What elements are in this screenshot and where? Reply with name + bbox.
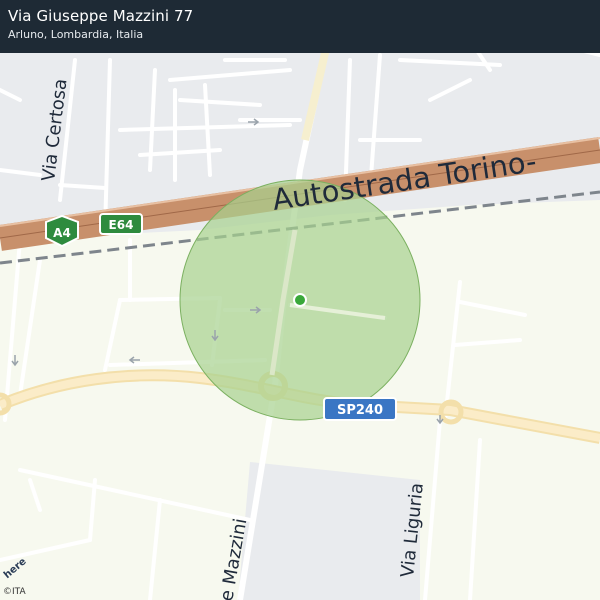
map-graphic: Autostrada Torino- Via Certosa e Mazzini… xyxy=(0,38,600,600)
svg-text:E64: E64 xyxy=(109,218,134,232)
address-header: Via Giuseppe Mazzini 77 Arluno, Lombardi… xyxy=(0,0,600,53)
urban-area-south xyxy=(238,462,420,600)
sp240-shield: SP240 xyxy=(323,397,397,421)
location-dot xyxy=(295,295,305,305)
e64-shield: E64 xyxy=(99,213,143,235)
map-canvas[interactable]: Autostrada Torino- Via Certosa e Mazzini… xyxy=(0,0,600,600)
svg-text:A4: A4 xyxy=(53,226,71,240)
a4-shield: A4 xyxy=(45,214,79,248)
svg-text:SP240: SP240 xyxy=(337,403,383,418)
copyright-text: ©ITA xyxy=(3,587,26,597)
address-subtitle: Arluno, Lombardia, Italia xyxy=(8,28,144,41)
address-title: Via Giuseppe Mazzini 77 xyxy=(8,7,194,25)
